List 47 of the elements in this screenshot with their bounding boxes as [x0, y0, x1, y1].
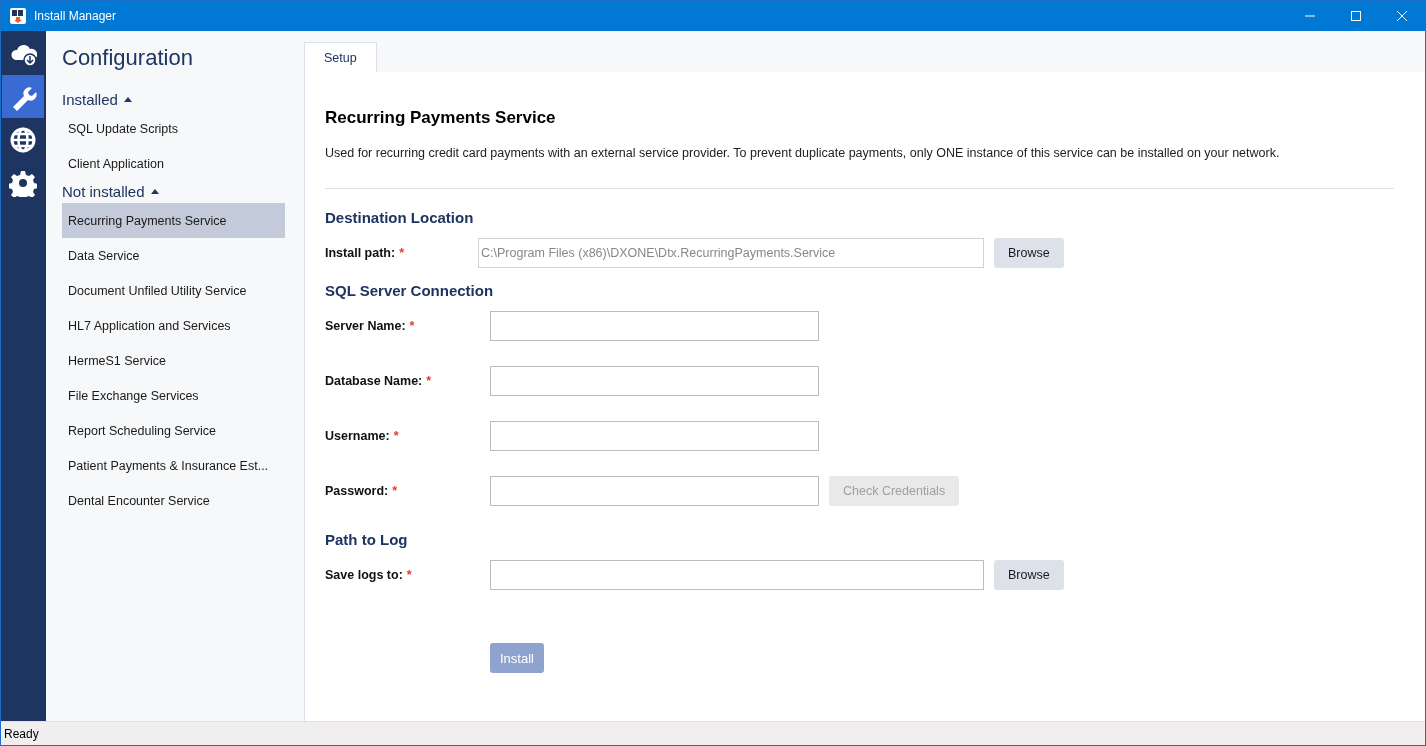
sidebar-item[interactable]: Dental Encounter Service	[62, 483, 285, 518]
sidebar-item[interactable]: Document Unfiled Utility Service	[62, 273, 285, 308]
field-label: Database Name:	[325, 374, 423, 388]
required-mark: *	[409, 319, 415, 333]
sidebar-item[interactable]: Client Application	[62, 146, 285, 181]
maximize-icon	[1351, 11, 1361, 21]
input-field[interactable]	[490, 311, 819, 341]
section-heading: Path to Log	[325, 531, 408, 548]
input-field[interactable]	[490, 476, 819, 506]
sidebar-item[interactable]: Recurring Payments Service	[62, 203, 285, 238]
section-heading: SQL Server Connection	[325, 282, 494, 299]
globe-icon	[9, 125, 37, 154]
field-label: Server Name:	[325, 319, 406, 333]
caret-icon	[150, 188, 159, 194]
section-heading: Destination Location	[325, 209, 474, 226]
sidebar-item[interactable]: File Exchange Services	[62, 378, 285, 413]
settings-icon	[9, 168, 37, 197]
sidebar-item[interactable]: Data Service	[62, 238, 285, 273]
field-button[interactable]: Browse	[994, 560, 1064, 590]
required-mark: *	[399, 246, 405, 260]
sidebar-title: Configuration	[62, 45, 193, 71]
status-text: Ready	[4, 726, 39, 741]
field-label: Username:	[325, 429, 390, 443]
input-field[interactable]	[490, 421, 819, 451]
required-mark: *	[426, 374, 432, 388]
tab[interactable]: Setup	[304, 42, 377, 72]
required-mark: *	[393, 429, 399, 443]
required-mark: *	[406, 568, 412, 582]
caret-icon	[123, 96, 132, 102]
field-label: Install path:	[325, 246, 396, 260]
app-logo-icon	[10, 8, 26, 24]
service-title: Recurring Payments Service	[325, 108, 556, 128]
input-field[interactable]	[490, 366, 819, 396]
sidebar-item[interactable]: SQL Update Scripts	[62, 111, 285, 146]
group-header[interactable]: Installed	[62, 89, 132, 109]
input-field[interactable]	[490, 560, 984, 590]
window-title: Install Manager	[34, 9, 117, 23]
sidebar-item[interactable]: Report Scheduling Service	[62, 413, 285, 448]
close-icon	[1397, 11, 1407, 21]
required-mark: *	[392, 484, 398, 498]
service-description: Used for recurring credit card payments with an external service provider. To prevent duplicate payments, only ONE instance of this service can be installed on your network.	[325, 146, 1281, 160]
sidebar-item[interactable]: HermeS1 Service	[62, 343, 285, 378]
sidebar-item[interactable]: Patient Payments & Insurance Est...	[62, 448, 285, 483]
sidebar-item[interactable]: HL7 Application and Services	[62, 308, 285, 343]
group-header[interactable]: Not installed	[62, 181, 159, 201]
field-label: Save logs to:	[325, 568, 403, 582]
field-label: Password:	[325, 484, 389, 498]
